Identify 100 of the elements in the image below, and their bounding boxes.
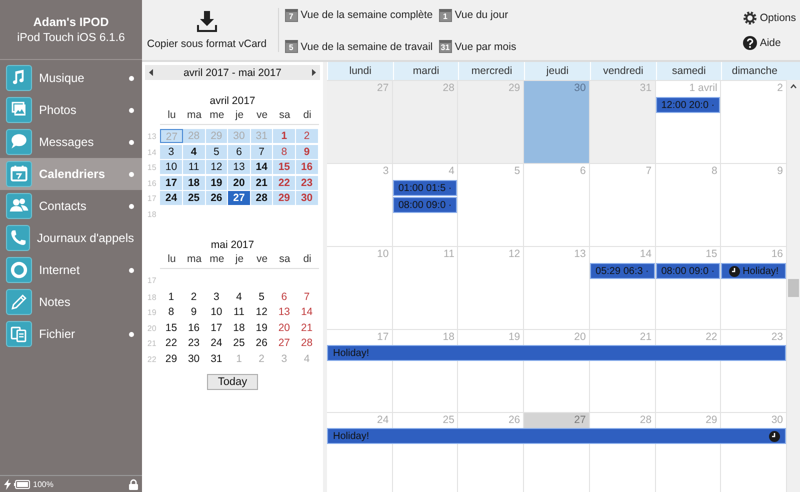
calendar-day[interactable]: 3 xyxy=(273,352,296,366)
view-button[interactable]: 31 Vue par mois xyxy=(438,34,516,60)
event[interactable]: Holiday! xyxy=(721,263,786,279)
calendar-day[interactable]: 22 xyxy=(273,176,296,190)
calendar-day[interactable]: 25 xyxy=(228,336,251,350)
calendar-day[interactable]: 17 xyxy=(206,320,228,334)
sidebar-item[interactable]: Photos xyxy=(0,94,142,126)
day-cell[interactable]: 4 01:00 01:5 · 08:00 09:0 · xyxy=(392,164,458,246)
calendar-day[interactable]: 10 xyxy=(206,305,228,319)
sidebar-item[interactable]: Musique xyxy=(0,62,142,94)
calendar-day[interactable]: 5 xyxy=(250,290,274,304)
sidebar-item[interactable]: Calendriers xyxy=(0,158,142,190)
calendar-day[interactable]: 11 xyxy=(228,305,251,319)
day-cell[interactable]: 5 xyxy=(458,164,524,246)
calendar-day[interactable]: 23 xyxy=(296,176,319,190)
scroll-thumb[interactable] xyxy=(788,279,799,297)
calendar-day[interactable]: 21 xyxy=(296,320,319,334)
calendar-day[interactable]: 4 xyxy=(183,144,206,158)
calendar-day[interactable]: 6 xyxy=(228,144,251,158)
calendar-day[interactable]: 9 xyxy=(296,144,319,158)
day-cell[interactable]: 13 xyxy=(524,247,590,329)
calendar-day[interactable]: 1 xyxy=(160,290,184,304)
sidebar-item[interactable]: Notes xyxy=(0,286,142,318)
calendar-day[interactable]: 10 xyxy=(160,160,184,174)
day-cell[interactable]: 8 xyxy=(656,164,722,246)
sidebar-item[interactable]: Fichier xyxy=(0,318,142,350)
day-cell[interactable]: 30 xyxy=(524,81,590,163)
calendar-day[interactable]: 25 xyxy=(183,191,206,205)
day-cell[interactable]: 12 xyxy=(458,247,524,329)
sidebar-item[interactable]: Internet xyxy=(0,254,142,286)
view-button[interactable]: 1 Vue du jour xyxy=(438,2,516,28)
day-cell[interactable]: 11 xyxy=(392,247,458,329)
calendar-day[interactable]: 14 xyxy=(296,305,319,319)
sidebar-item[interactable]: Journaux d'appels xyxy=(0,222,142,254)
calendar-day[interactable]: 2 xyxy=(296,129,319,143)
calendar-day[interactable]: 18 xyxy=(183,176,206,190)
event[interactable]: 08:00 09:0 · xyxy=(392,197,458,213)
calendar-day[interactable]: 18 xyxy=(228,320,251,334)
calendar-day[interactable]: 11 xyxy=(183,160,206,174)
calendar-day[interactable]: 30 xyxy=(296,191,319,205)
calendar-day[interactable]: 2 xyxy=(183,290,206,304)
calendar-day[interactable]: 24 xyxy=(160,191,184,205)
options-button[interactable]: Options xyxy=(742,10,796,24)
day-cell[interactable]: 1 avril 12:00 20:0 · xyxy=(656,81,722,163)
calendar-day[interactable]: 27 xyxy=(273,336,296,350)
calendar-day[interactable]: 4 xyxy=(228,290,251,304)
today-button[interactable]: Today xyxy=(206,374,258,390)
copy-vcard-button[interactable]: Copier sous format vCard xyxy=(142,0,272,60)
calendar-day[interactable]: 6 xyxy=(273,290,296,304)
calendar-day[interactable]: 7 xyxy=(250,144,274,158)
calendar-day[interactable]: 12 xyxy=(250,305,274,319)
calendar-day[interactable]: 16 xyxy=(296,160,319,174)
event[interactable]: 01:00 01:5 · xyxy=(392,180,458,196)
calendar-day[interactable]: 13 xyxy=(273,305,296,319)
day-cell[interactable]: 6 xyxy=(524,164,590,246)
calendar-day[interactable]: 14 xyxy=(250,160,274,174)
calendar-day[interactable]: 8 xyxy=(273,144,296,158)
calendar-day[interactable]: 20 xyxy=(228,176,251,190)
day-cell[interactable]: 10 xyxy=(327,247,393,329)
calendar-day[interactable]: 23 xyxy=(183,336,206,350)
calendar-day[interactable]: 30 xyxy=(183,352,206,366)
event[interactable]: 12:00 20:0 · xyxy=(656,97,720,113)
day-cell[interactable]: 16 Holiday! xyxy=(721,247,787,329)
calendar-day[interactable]: 28 xyxy=(250,191,274,205)
day-cell[interactable]: 7 xyxy=(590,164,656,246)
calendar-day[interactable]: 20 xyxy=(273,320,296,334)
calendar-day[interactable]: 8 xyxy=(160,305,184,319)
calendar-day[interactable]: 21 xyxy=(250,176,274,190)
help-button[interactable]: Aide xyxy=(742,36,781,50)
sidebar-item[interactable]: Contacts xyxy=(0,190,142,222)
scrollbar[interactable] xyxy=(787,80,800,492)
calendar-day[interactable]: 22 xyxy=(160,336,184,350)
event[interactable]: Holiday! xyxy=(327,428,786,444)
calendar-day[interactable]: 15 xyxy=(273,160,296,174)
calendar-day[interactable]: 15 xyxy=(160,320,184,334)
calendar-day[interactable]: 1 xyxy=(228,352,251,366)
event[interactable]: 05:29 06:3 · xyxy=(590,263,655,279)
calendar-day[interactable]: 27 xyxy=(228,191,251,205)
previous-arrow-icon[interactable] xyxy=(149,69,153,76)
calendar-day[interactable]: 29 xyxy=(160,352,184,366)
calendar-day[interactable]: 3 xyxy=(206,290,228,304)
calendar-day[interactable]: 13 xyxy=(228,160,251,174)
calendar-day[interactable]: 5 xyxy=(206,144,228,158)
calendar-day[interactable]: 12 xyxy=(206,160,228,174)
calendar-day[interactable]: 31 xyxy=(206,352,228,366)
calendar-day[interactable]: 16 xyxy=(183,320,206,334)
calendar-day[interactable]: 17 xyxy=(160,176,184,190)
calendar-day[interactable]: 2 xyxy=(250,352,274,366)
view-button[interactable]: 5 Vue de la semaine de travail xyxy=(284,34,433,60)
event[interactable]: Holiday! xyxy=(327,345,786,361)
event[interactable]: 08:00 09:0 · xyxy=(656,263,720,279)
calendar-day[interactable]: 7 xyxy=(296,290,319,304)
calendar-day[interactable]: 4 xyxy=(296,352,319,366)
day-cell[interactable]: 15 08:00 09:0 · xyxy=(656,247,722,329)
sidebar-item[interactable]: Messages xyxy=(0,126,142,158)
calendar-day[interactable]: 19 xyxy=(250,320,274,334)
view-button[interactable]: 7 Vue de la semaine complète xyxy=(284,2,433,28)
day-cell[interactable]: 14 05:29 06:3 · xyxy=(590,247,656,329)
calendar-day[interactable]: 1 xyxy=(273,129,296,143)
calendar-day[interactable]: 29 xyxy=(273,191,296,205)
